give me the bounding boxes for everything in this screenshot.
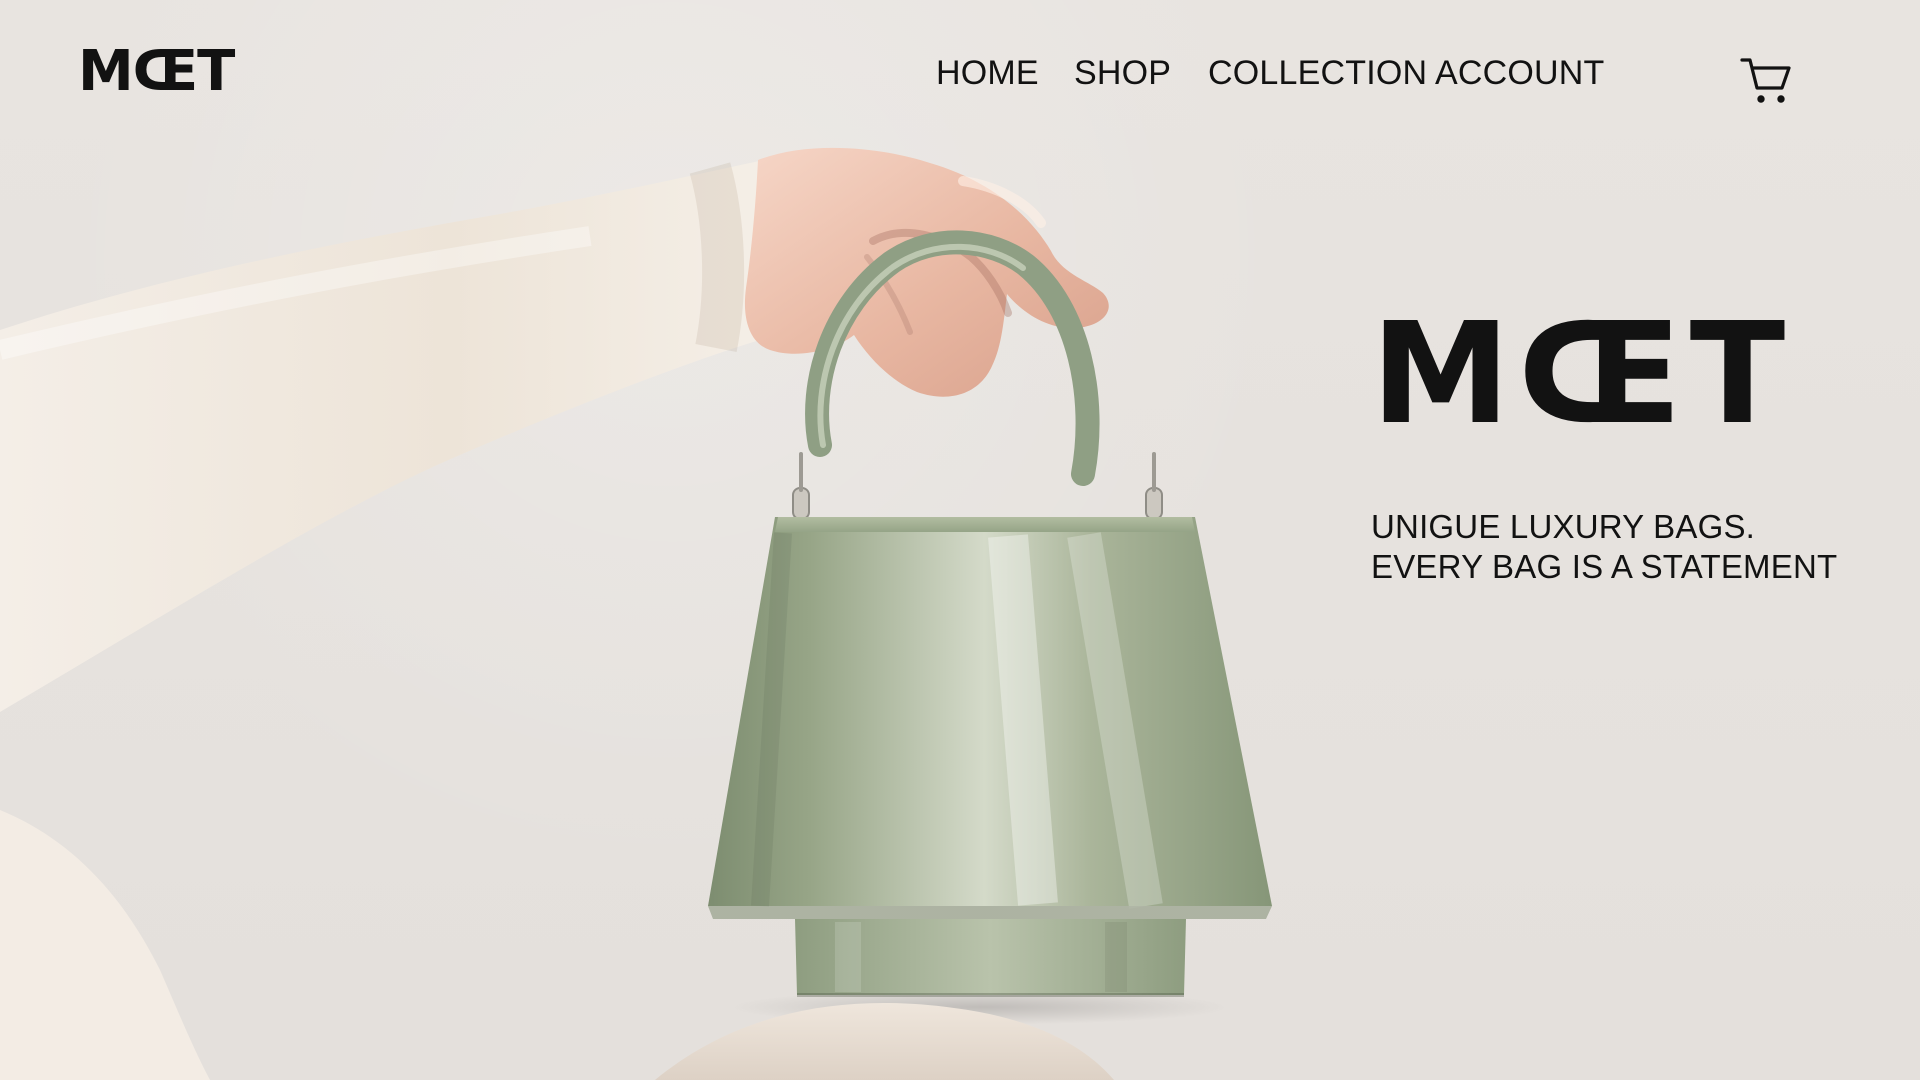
site-logo[interactable]: MŒT	[78, 44, 235, 100]
cart-button[interactable]	[1738, 52, 1796, 110]
nav-account[interactable]: ACCOUNT	[1435, 56, 1605, 90]
nav-home[interactable]: HOME	[936, 56, 1039, 90]
hero-section: MŒT HOME SHOP COLLECTION ACCOUNT MŒT UNI…	[0, 0, 1920, 1080]
cart-icon	[1740, 58, 1791, 103]
hero-title: MŒT	[1371, 293, 1794, 456]
site-header: MŒT HOME SHOP COLLECTION ACCOUNT	[0, 0, 1920, 150]
hero-copy: MŒT UNIGUE LUXURY BAGS. EVERY BAG IS A S…	[1371, 305, 1841, 587]
hero-tagline-line-1: UNIGUE LUXURY BAGS.	[1371, 508, 1756, 545]
hero-tagline: UNIGUE LUXURY BAGS. EVERY BAG IS A STATE…	[1371, 507, 1841, 587]
nav-collection[interactable]: COLLECTION	[1208, 56, 1427, 90]
hero-tagline-line-2: EVERY BAG IS A STATEMENT	[1371, 548, 1838, 585]
nav-shop[interactable]: SHOP	[1074, 56, 1171, 90]
